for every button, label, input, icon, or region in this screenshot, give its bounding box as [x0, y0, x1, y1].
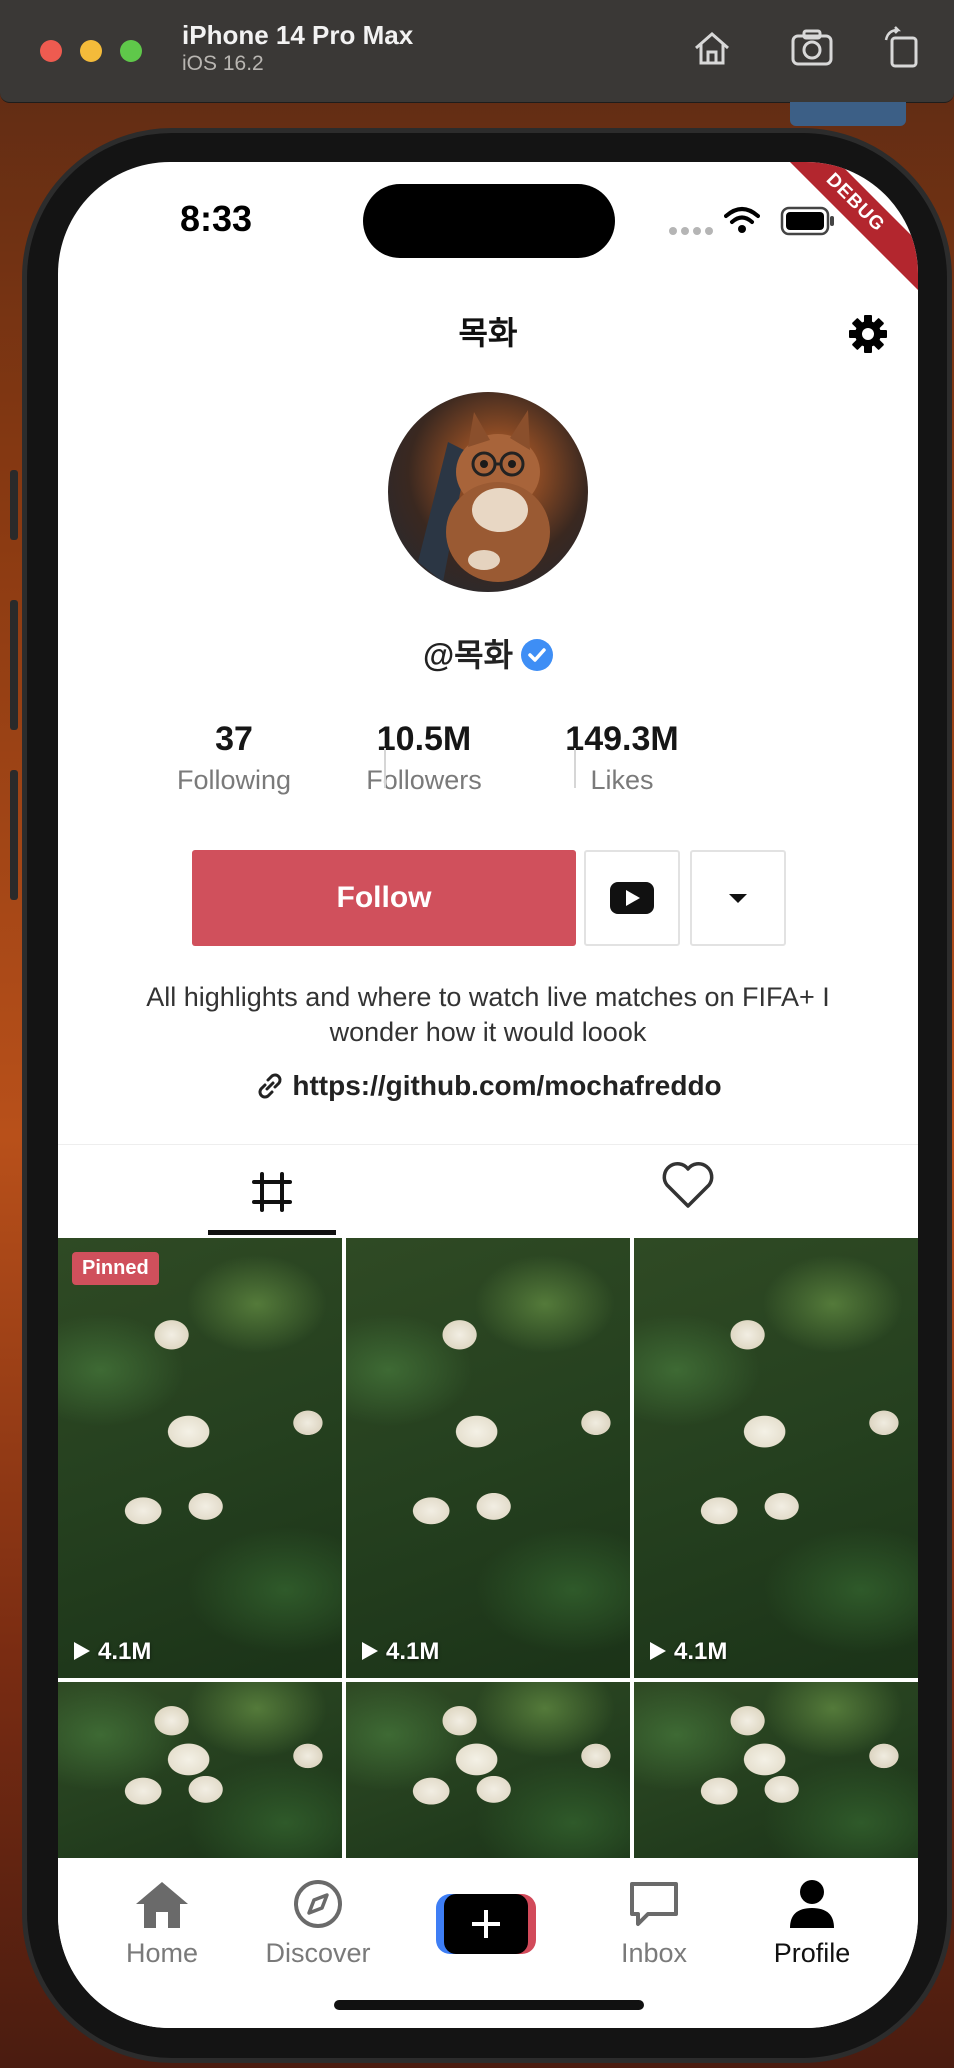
nav-label: Inbox	[620, 1938, 688, 1968]
background-window-edge	[790, 102, 906, 126]
rotate-icon[interactable]	[882, 26, 926, 70]
nav-inbox[interactable]: Inbox	[584, 1878, 724, 1969]
nav-label: Discover	[265, 1938, 371, 1968]
profile-link[interactable]: https://github.com/mochafreddo	[58, 1070, 918, 1102]
profile-person-icon	[790, 1880, 834, 1928]
active-tab-indicator	[208, 1230, 336, 1235]
stat-label: Following	[176, 765, 292, 795]
youtube-icon	[610, 882, 654, 914]
link-icon	[258, 1073, 282, 1099]
youtube-button[interactable]	[584, 850, 680, 946]
avatar[interactable]	[388, 392, 588, 592]
phone-screen: 8:33 DEBUG 목화 @목화 37 Following 10.5M Fol…	[58, 162, 918, 2028]
view-count: 4.1M	[72, 1638, 151, 1666]
status-time: 8:33	[180, 198, 253, 239]
video-thumbnail[interactable]	[58, 1682, 342, 1858]
play-icon	[362, 1642, 378, 1660]
user-handle: @목화	[58, 630, 918, 676]
verified-badge-icon	[521, 638, 554, 671]
minimize-window-button[interactable]	[80, 40, 102, 62]
nav-profile[interactable]: Profile	[742, 1878, 882, 1969]
video-thumbnail[interactable]	[346, 1682, 630, 1858]
zoom-window-button[interactable]	[120, 40, 142, 62]
wifi-icon	[724, 207, 760, 233]
device-name: iPhone 14 Pro Max	[182, 20, 414, 50]
handle-text: @목화	[422, 637, 514, 673]
stat-value: 37	[215, 720, 253, 758]
signal-dots-icon	[669, 222, 717, 240]
view-count-text: 4.1M	[386, 1638, 440, 1665]
os-version: iOS 16.2	[182, 52, 264, 75]
stat-likes[interactable]: 149.3M Likes	[522, 720, 722, 796]
compass-icon	[294, 1880, 342, 1928]
grid-icon	[252, 1172, 292, 1212]
nav-home[interactable]: Home	[92, 1878, 232, 1969]
nav-label: Home	[125, 1938, 199, 1968]
tab-liked-heart-icon[interactable]	[658, 1156, 718, 1216]
stats-divider	[384, 748, 386, 788]
battery-icon	[780, 206, 834, 236]
cat-avatar-icon	[418, 410, 550, 582]
stat-value: 149.3M	[565, 720, 679, 758]
page-title: 목화	[458, 315, 518, 351]
view-count: 4.1M	[648, 1638, 727, 1666]
stat-followers[interactable]: 10.5M Followers	[324, 720, 524, 796]
inbox-message-icon	[630, 1882, 678, 1926]
video-grid: Pinned 4.1M 4.1M 4.1M	[58, 1238, 918, 1858]
caret-down-icon	[729, 894, 747, 903]
play-icon	[74, 1642, 90, 1660]
play-icon	[650, 1642, 666, 1660]
view-count: 4.1M	[360, 1638, 439, 1666]
simulator-title-bar: iPhone 14 Pro Max iOS 16.2	[0, 0, 954, 103]
mute-switch	[10, 470, 18, 540]
nav-label: Profile	[773, 1938, 851, 1968]
stats-divider	[574, 748, 576, 788]
pinned-badge: Pinned	[72, 1252, 159, 1285]
video-thumbnail[interactable]: 4.1M	[634, 1238, 918, 1678]
dynamic-island	[363, 184, 615, 258]
video-thumbnail[interactable]: Pinned 4.1M	[58, 1238, 342, 1678]
nav-discover[interactable]: Discover	[248, 1878, 388, 1969]
view-count-text: 4.1M	[674, 1638, 728, 1665]
link-text: https://github.com/mochafreddo	[292, 1070, 722, 1101]
video-thumbnail[interactable]: 4.1M	[346, 1238, 630, 1678]
home-button-icon[interactable]	[690, 26, 734, 70]
screenshot-icon[interactable]	[790, 26, 834, 70]
video-thumbnail[interactable]	[634, 1682, 918, 1858]
settings-gear-icon[interactable]	[848, 314, 888, 354]
stat-following[interactable]: 37 Following	[134, 720, 334, 796]
view-count-text: 4.1M	[98, 1638, 152, 1665]
create-plus-button[interactable]	[436, 1894, 536, 1954]
volume-up-button	[10, 600, 18, 730]
close-window-button[interactable]	[40, 40, 62, 62]
tabs-divider	[58, 1144, 918, 1145]
tab-videos[interactable]	[208, 1152, 336, 1232]
more-dropdown-button[interactable]	[690, 850, 786, 946]
home-indicator	[334, 2000, 644, 2010]
stat-label: Followers	[366, 765, 482, 795]
stat-label: Likes	[590, 765, 654, 795]
stat-value: 10.5M	[376, 720, 472, 758]
volume-down-button	[10, 770, 18, 900]
profile-bio: All highlights and where to watch live m…	[146, 982, 830, 1047]
follow-button[interactable]: Follow	[192, 850, 576, 946]
home-icon	[136, 1882, 188, 1928]
